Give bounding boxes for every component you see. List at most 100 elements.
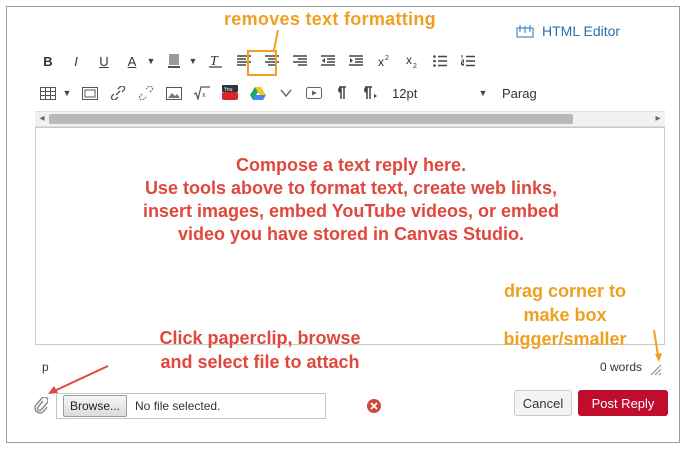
chevron-down-icon <box>280 89 292 98</box>
html-editor-label: HTML Editor <box>542 23 621 39</box>
subscript-button[interactable]: x2 <box>400 49 424 73</box>
formatting-toolbar: B I U A ▼ ▼ T x2 x2 <box>36 48 484 74</box>
font-size-select[interactable]: 12pt <box>390 81 470 105</box>
dropdown-button[interactable] <box>274 81 298 105</box>
text-color-icon: A <box>127 53 137 69</box>
resize-annotation-line: bigger/smaller <box>503 329 627 349</box>
unlink-button[interactable] <box>134 81 158 105</box>
outdent-button[interactable] <box>316 49 340 73</box>
youtube-icon: You <box>222 85 238 100</box>
image-button[interactable] <box>162 81 186 105</box>
italic-button[interactable]: I <box>64 49 88 73</box>
link-icon <box>110 86 126 100</box>
toolbar-scrollbar[interactable]: ◂ ▸ <box>35 111 665 127</box>
attach-annotation: Click paperclip, browse and select file … <box>130 326 390 374</box>
word-count: 0 words <box>600 360 643 374</box>
compose-annotation-line: Compose a text reply here. <box>235 155 467 175</box>
underline-icon: U <box>99 53 109 69</box>
google-drive-button[interactable] <box>246 81 270 105</box>
underline-button[interactable]: U <box>92 49 116 73</box>
scrollbar-thumb[interactable] <box>49 114 573 124</box>
rtl-icon <box>364 86 377 99</box>
compose-annotation-line: Use tools above to format text, create w… <box>144 178 558 198</box>
paragraph-value: Parag <box>502 85 537 101</box>
text-color-button[interactable]: A <box>120 49 144 73</box>
scroll-right-icon[interactable]: ▸ <box>651 112 665 126</box>
attach-annotation-line: Click paperclip, browse <box>159 328 361 348</box>
resize-annotation-line: make box <box>523 305 607 325</box>
media-button[interactable] <box>78 81 102 105</box>
youtube-button[interactable]: You <box>218 81 242 105</box>
equation-button[interactable]: x <box>190 81 214 105</box>
align-center-button[interactable] <box>260 49 284 73</box>
highlight-icon <box>168 54 180 68</box>
record-media-icon <box>306 87 322 99</box>
bullet-list-button[interactable] <box>428 49 452 73</box>
svg-text:2: 2 <box>385 55 389 62</box>
bold-button[interactable]: B <box>36 49 60 73</box>
align-left-button[interactable] <box>232 49 256 73</box>
ltr-button[interactable] <box>330 81 354 105</box>
compose-annotation-line: video you have stored in Canvas Studio. <box>177 224 525 244</box>
font-size-dropdown[interactable]: ▼ <box>476 81 490 105</box>
compose-annotation: Compose a text reply here. Use tools abo… <box>36 154 666 246</box>
background-color-button[interactable] <box>162 49 186 73</box>
html-editor-link[interactable]: HTML Editor <box>516 20 620 42</box>
outdent-icon <box>321 55 335 66</box>
insert-toolbar: ▼ x You 12pt ▼ Parag <box>36 80 543 106</box>
paragraph-select[interactable]: Parag <box>500 81 539 105</box>
rtl-button[interactable] <box>358 81 382 105</box>
paperclip-icon <box>34 397 48 414</box>
superscript-button[interactable]: x2 <box>372 49 396 73</box>
browse-button[interactable]: Browse... <box>63 395 128 417</box>
cancel-button[interactable]: Cancel <box>514 390 572 416</box>
clear-formatting-button[interactable]: T <box>204 49 228 73</box>
ltr-icon <box>338 86 346 99</box>
svg-text:x: x <box>406 54 412 67</box>
bold-icon: B <box>43 53 53 69</box>
file-status: No file selected. <box>135 399 221 413</box>
table-dropdown[interactable]: ▼ <box>60 81 74 105</box>
image-icon <box>166 86 182 100</box>
bullet-list-icon <box>433 55 447 67</box>
table-button[interactable] <box>36 81 60 105</box>
media-icon <box>82 86 98 100</box>
background-color-dropdown[interactable]: ▼ <box>186 49 200 73</box>
link-button[interactable] <box>106 81 130 105</box>
attach-annotation-line: and select file to attach <box>160 352 360 372</box>
remove-attachment-button[interactable] <box>366 398 382 414</box>
superscript-icon: x2 <box>378 55 389 68</box>
numbered-list-button[interactable] <box>456 49 480 73</box>
svg-text:You: You <box>224 87 233 93</box>
align-left-icon <box>237 55 251 66</box>
clear-formatting-annotation: removes text formatting <box>224 9 436 29</box>
indent-icon <box>349 55 363 66</box>
edit-source-icon <box>516 25 534 38</box>
svg-text:2: 2 <box>413 63 417 68</box>
clear-formatting-icon: T <box>209 54 222 69</box>
subscript-icon: x2 <box>406 54 417 68</box>
align-center-icon <box>265 55 279 66</box>
attachment-row: Browse... No file selected. <box>34 392 382 420</box>
chevron-down-icon: ▼ <box>146 56 156 66</box>
scroll-left-icon[interactable]: ◂ <box>35 112 49 126</box>
table-icon <box>40 86 56 100</box>
file-picker: Browse... No file selected. <box>56 393 326 419</box>
indent-button[interactable] <box>344 49 368 73</box>
chevron-down-icon: ▼ <box>478 88 488 98</box>
chevron-down-icon: ▼ <box>188 56 198 66</box>
record-media-button[interactable] <box>302 81 326 105</box>
numbered-list-icon <box>461 55 475 67</box>
equation-icon: x <box>193 86 210 100</box>
google-drive-icon <box>250 87 266 100</box>
font-size-value: 12pt <box>392 85 418 101</box>
element-path: p <box>42 360 49 374</box>
compose-annotation-line: insert images, embed YouTube videos, or … <box>142 201 560 221</box>
post-reply-button[interactable]: Post Reply <box>578 390 668 416</box>
attach-file-button[interactable] <box>34 396 50 416</box>
resize-handle-icon[interactable] <box>650 364 662 376</box>
resize-annotation-line: drag corner to <box>503 281 627 301</box>
chevron-down-icon: ▼ <box>62 88 72 98</box>
text-color-dropdown[interactable]: ▼ <box>144 49 158 73</box>
align-right-button[interactable] <box>288 49 312 73</box>
